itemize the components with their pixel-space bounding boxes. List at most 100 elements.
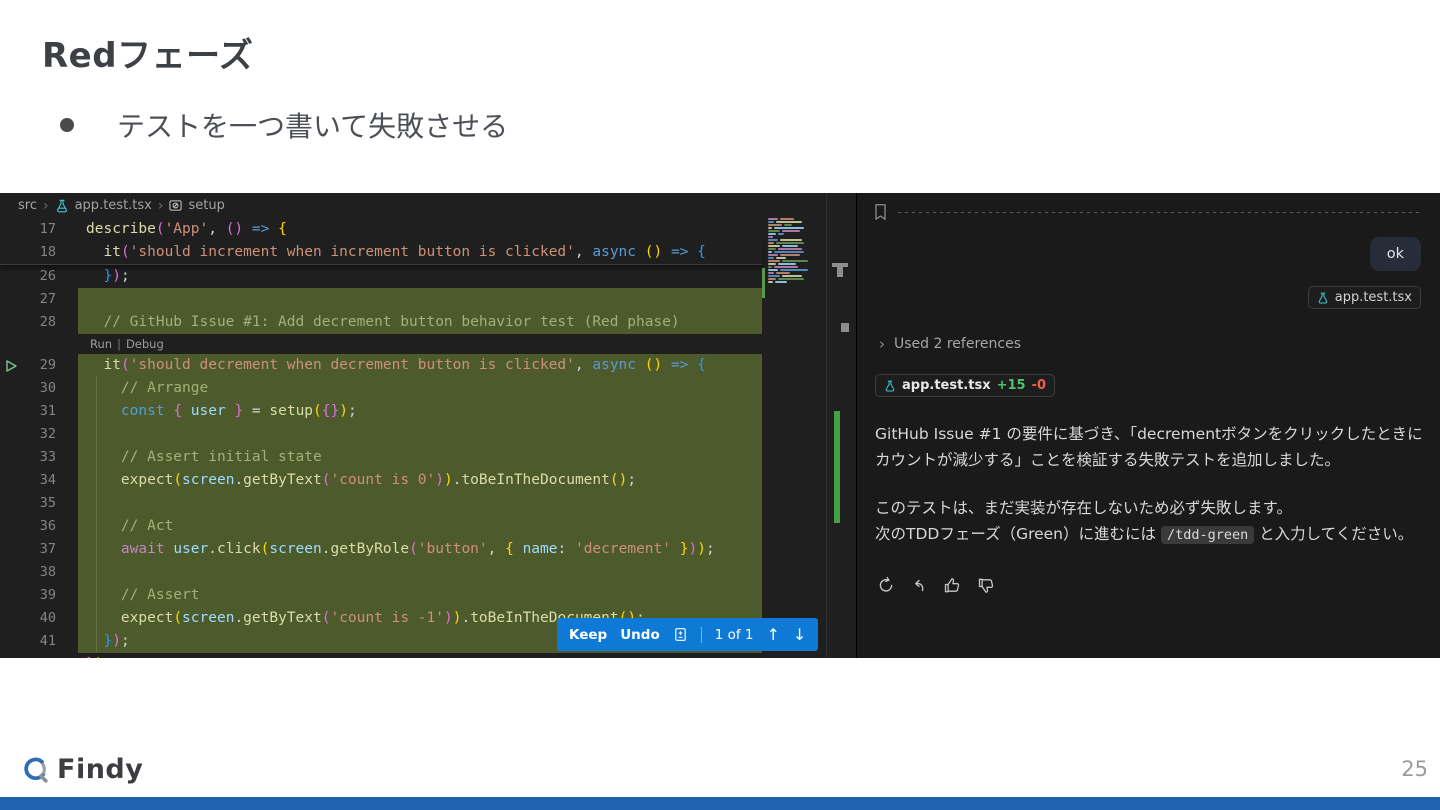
previous-diff-arrow-icon[interactable]: ↑ bbox=[767, 625, 780, 644]
findy-logo-text: Findy bbox=[57, 754, 144, 785]
references-expander[interactable]: › Used 2 references bbox=[879, 335, 1021, 353]
vscode-screenshot: src › app.test.tsx › setup 17 describe('A… bbox=[0, 193, 1440, 658]
line-number: 31 bbox=[39, 403, 56, 419]
retry-icon[interactable] bbox=[877, 576, 895, 599]
code-line: 39 // Assert bbox=[0, 584, 762, 607]
line-number: 39 bbox=[39, 587, 56, 603]
code-line: 42}); bbox=[0, 653, 762, 658]
diff-added-count: +15 bbox=[996, 378, 1026, 393]
diff-file-icon[interactable] bbox=[673, 627, 688, 642]
assistant-text: 次のTDDフェーズ（Green）に進むには bbox=[875, 525, 1161, 543]
code-line: 32 bbox=[0, 423, 762, 446]
attached-file-chip[interactable]: app.test.tsx bbox=[1307, 286, 1421, 309]
inline-code: /tdd-green bbox=[1160, 526, 1255, 544]
scrollbar-marker bbox=[841, 323, 849, 332]
keep-button[interactable]: Keep bbox=[569, 627, 607, 643]
diff-counter: 1 of 1 bbox=[714, 626, 754, 643]
code-line: 26 }); bbox=[0, 265, 762, 288]
code-line: 27 bbox=[0, 288, 762, 311]
findy-logo-icon bbox=[20, 755, 50, 785]
code-line: 28 // GitHub Issue #1: Add decrement but… bbox=[0, 311, 762, 334]
code-line: 37 await user.click(screen.getByRole('bu… bbox=[0, 538, 762, 561]
undo-button[interactable]: Undo bbox=[620, 627, 660, 643]
line-number: 30 bbox=[39, 380, 56, 396]
scrollbar-marker bbox=[837, 267, 843, 277]
breadcrumb-separator: › bbox=[42, 197, 49, 214]
code-line: 30 // Arrange bbox=[0, 377, 762, 400]
line-number: 32 bbox=[39, 426, 56, 442]
line-number: 37 bbox=[39, 541, 56, 557]
scrollbar[interactable] bbox=[826, 193, 857, 658]
breadcrumb[interactable]: src › app.test.tsx › setup bbox=[0, 193, 856, 218]
line-number: 29 bbox=[0, 354, 78, 377]
breadcrumb-symbol[interactable]: setup bbox=[188, 198, 224, 213]
changed-file-chip[interactable]: app.test.tsx +15 -0 bbox=[875, 374, 1056, 397]
code-line: 34 expect(screen.getByText('count is 0')… bbox=[0, 469, 762, 492]
code-line: 33 // Assert initial state bbox=[0, 446, 762, 469]
beaker-icon bbox=[1317, 292, 1329, 304]
code-line: 36 // Act bbox=[0, 515, 762, 538]
bookmark-icon[interactable] bbox=[873, 203, 888, 221]
bullet-text: テストを一つ書いて失敗させる bbox=[117, 110, 509, 143]
findy-logo: Findy bbox=[20, 754, 143, 785]
beaker-icon bbox=[884, 380, 896, 392]
line-number: 42 bbox=[0, 653, 78, 658]
chevron-right-icon: › bbox=[879, 335, 885, 353]
changed-file-name: app.test.tsx bbox=[902, 378, 991, 393]
code-line: 38 bbox=[0, 561, 762, 584]
breadcrumb-separator: › bbox=[157, 197, 164, 214]
minimap[interactable] bbox=[762, 218, 826, 658]
code-line: 18 it('should increment when increment b… bbox=[0, 241, 762, 265]
assistant-message-paragraph: GitHub Issue #1 の要件に基づき、「decrementボタンをクリ… bbox=[875, 425, 1423, 469]
bottom-accent-bar bbox=[0, 797, 1440, 810]
thumbs-down-icon[interactable] bbox=[977, 576, 996, 599]
line-number: 38 bbox=[39, 564, 56, 580]
next-diff-arrow-icon[interactable]: ↓ bbox=[793, 625, 806, 644]
breadcrumb-src[interactable]: src bbox=[18, 198, 37, 213]
line-number: 17 bbox=[39, 221, 56, 237]
code-line: 35 bbox=[0, 492, 762, 515]
symbol-icon bbox=[169, 199, 183, 212]
line-number: 34 bbox=[39, 472, 56, 488]
assistant-message-paragraph: このテストは、まだ実装が存在しないため必ず失敗します。 次のTDDフェーズ（Gr… bbox=[875, 495, 1431, 548]
bullet-item: テストを一つ書いて失敗させる bbox=[60, 105, 508, 145]
code-line: 31 const { user } = setup({}); bbox=[0, 400, 762, 423]
line-number: 18 bbox=[39, 244, 56, 260]
assistant-text: と入力してください。 bbox=[1254, 525, 1414, 543]
scrollbar-diff-marker bbox=[834, 411, 840, 523]
code-editor: src › app.test.tsx › setup 17 describe('A… bbox=[0, 193, 856, 658]
page-title: Redフェーズ bbox=[42, 36, 254, 76]
file-chip-label: app.test.tsx bbox=[1334, 290, 1412, 305]
codelens-debug-link[interactable]: Debug bbox=[126, 337, 164, 351]
code-line: 29 it('should decrement when decrement b… bbox=[0, 354, 762, 377]
indent-guide bbox=[96, 376, 97, 652]
chat-panel: ok app.test.tsx › Used 2 references app.… bbox=[856, 193, 1440, 658]
assistant-text: このテストは、まだ実装が存在しないため必ず失敗します。 bbox=[875, 499, 1292, 517]
user-message: ok bbox=[1369, 237, 1421, 271]
inline-edit-toolbar: Keep Undo 1 of 1 ↑ ↓ bbox=[557, 618, 819, 651]
line-number: 33 bbox=[39, 449, 56, 465]
dashed-divider bbox=[898, 211, 1423, 213]
code-line: 17 describe('App', () => { bbox=[0, 218, 762, 241]
bullet-dot bbox=[60, 118, 74, 132]
line-number: 27 bbox=[39, 291, 56, 307]
toolbar-divider bbox=[700, 626, 702, 643]
line-number: 28 bbox=[39, 314, 56, 330]
code-lines: 17 describe('App', () => {18 it('should i… bbox=[0, 218, 762, 658]
line-number: 41 bbox=[39, 633, 56, 649]
page-number: 25 bbox=[1401, 757, 1428, 781]
checkpoint-separator bbox=[873, 201, 1423, 223]
codelens-separator: | bbox=[117, 337, 121, 351]
line-number: 36 bbox=[39, 518, 56, 534]
line-number: 26 bbox=[39, 268, 56, 284]
message-actions bbox=[877, 576, 996, 599]
line-number: 40 bbox=[39, 610, 56, 626]
codelens-run-link[interactable]: Run bbox=[90, 337, 112, 351]
thumbs-up-icon[interactable] bbox=[943, 576, 962, 599]
undo-icon[interactable] bbox=[910, 576, 928, 599]
diff-removed-count: -0 bbox=[1031, 378, 1047, 393]
references-label: Used 2 references bbox=[894, 336, 1021, 352]
breadcrumb-file[interactable]: app.test.tsx bbox=[75, 198, 152, 213]
minimap-diff-bar bbox=[762, 268, 765, 298]
run-test-play-icon[interactable] bbox=[4, 358, 18, 372]
